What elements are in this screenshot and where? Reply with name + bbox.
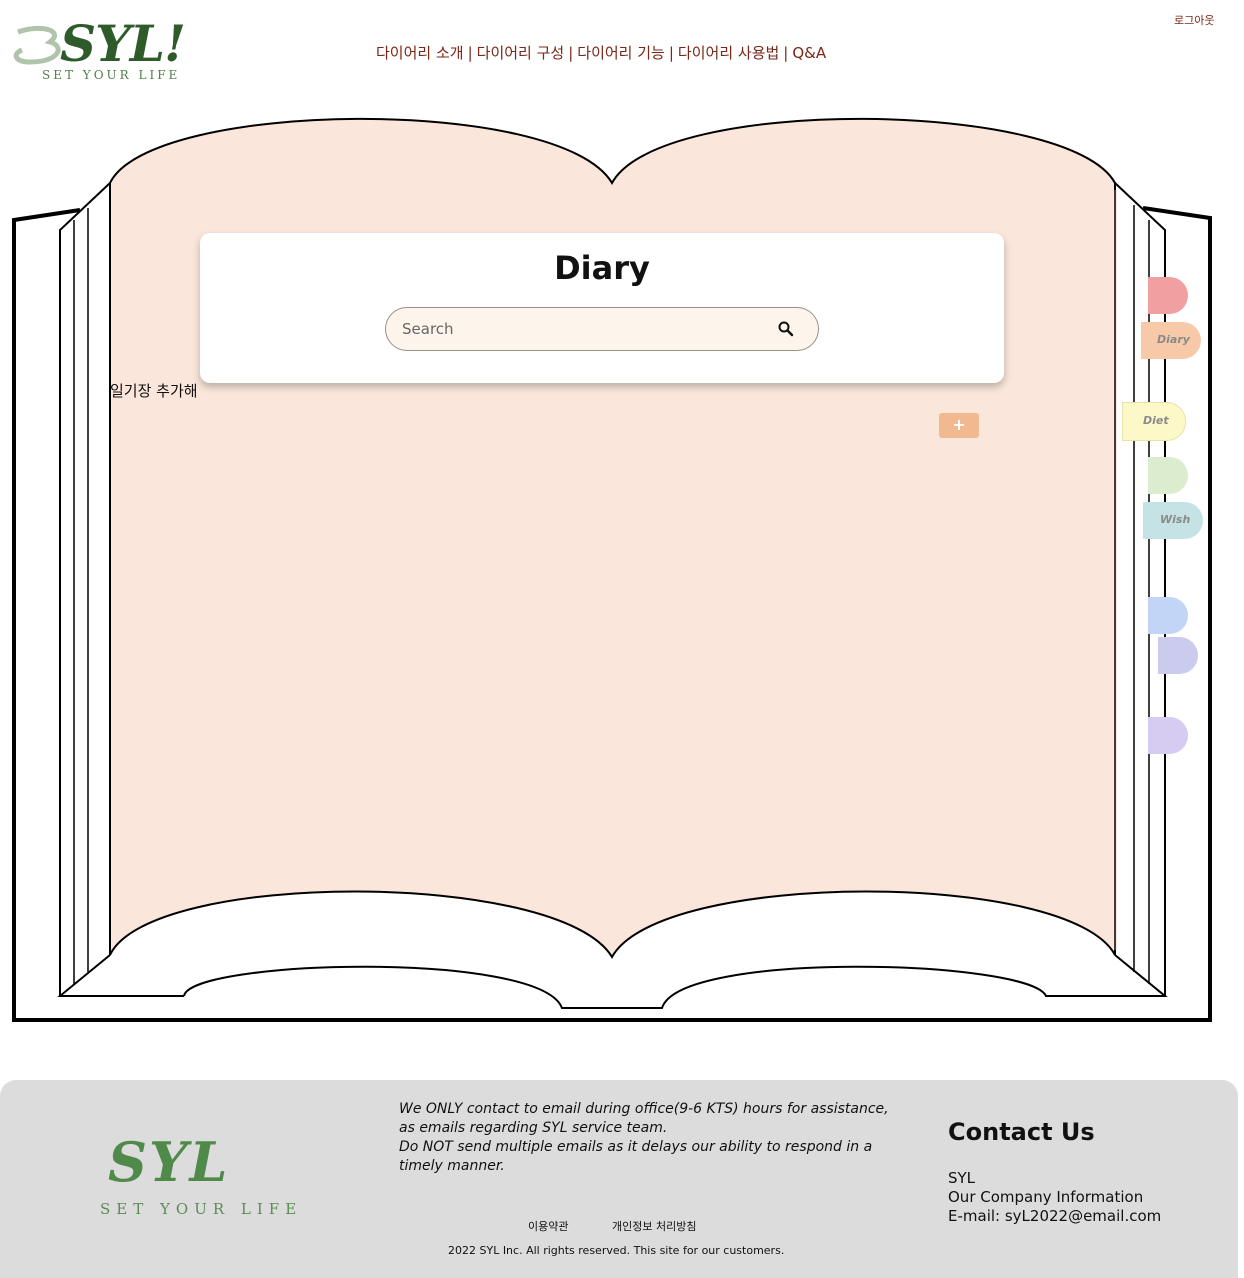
contact-info: SYL Our Company Information E-mail: syL2… bbox=[948, 1169, 1161, 1226]
terms-link[interactable]: 이용약관 bbox=[528, 1220, 568, 1233]
footer-logo-text: SYL bbox=[108, 1130, 230, 1194]
book-illustration bbox=[12, 117, 1212, 1022]
add-diary-button[interactable]: + bbox=[939, 413, 979, 438]
search-icon[interactable] bbox=[774, 318, 798, 340]
tab-label-diary: Diary bbox=[1157, 333, 1190, 346]
copyright-text: 2022 SYL Inc. All rights reserved. This … bbox=[448, 1244, 785, 1257]
search-input[interactable] bbox=[400, 316, 764, 342]
tab-bookmark-6[interactable] bbox=[1148, 597, 1188, 634]
footer-notice: We ONLY contact to email during office(9… bbox=[399, 1100, 889, 1176]
contact-company: SYL bbox=[948, 1169, 976, 1187]
tab-bookmark-diet[interactable]: Diet bbox=[1122, 402, 1186, 441]
tab-bookmark-8[interactable] bbox=[1148, 717, 1188, 754]
footer-logo: SYL SET YOUR LIFE bbox=[100, 1130, 340, 1220]
footer-notice-line-1: We ONLY contact to email during office(9… bbox=[399, 1101, 889, 1136]
page-title: Diary bbox=[554, 249, 650, 287]
add-diary-label: 일기장 추가해 bbox=[110, 382, 198, 400]
tab-bookmark-wish[interactable]: Wish bbox=[1143, 502, 1203, 539]
tab-label-wish: Wish bbox=[1160, 513, 1191, 526]
footer-links: 이용약관 개인정보 처리방침 bbox=[528, 1218, 696, 1234]
contact-title: Contact Us bbox=[948, 1118, 1095, 1146]
diary-search-card: Diary bbox=[200, 233, 1004, 383]
footer-notice-line-2: Do NOT send multiple emails as it delays… bbox=[399, 1139, 873, 1174]
tab-bookmark-diary[interactable]: Diary bbox=[1141, 322, 1201, 359]
tab-bookmark-1[interactable] bbox=[1148, 277, 1188, 314]
privacy-link[interactable]: 개인정보 처리방침 bbox=[612, 1220, 696, 1233]
contact-company-info: Our Company Information bbox=[948, 1188, 1144, 1206]
search-bar bbox=[385, 307, 819, 351]
contact-email: E-mail: syL2022@email.com bbox=[948, 1207, 1162, 1225]
site-footer: SYL SET YOUR LIFE We ONLY contact to ema… bbox=[0, 1080, 1238, 1278]
tab-bookmark-4[interactable] bbox=[1148, 457, 1188, 494]
footer-logo-tagline: SET YOUR LIFE bbox=[100, 1200, 303, 1218]
tab-label-diet: Diet bbox=[1143, 414, 1169, 427]
tab-bookmark-7[interactable] bbox=[1158, 637, 1198, 674]
